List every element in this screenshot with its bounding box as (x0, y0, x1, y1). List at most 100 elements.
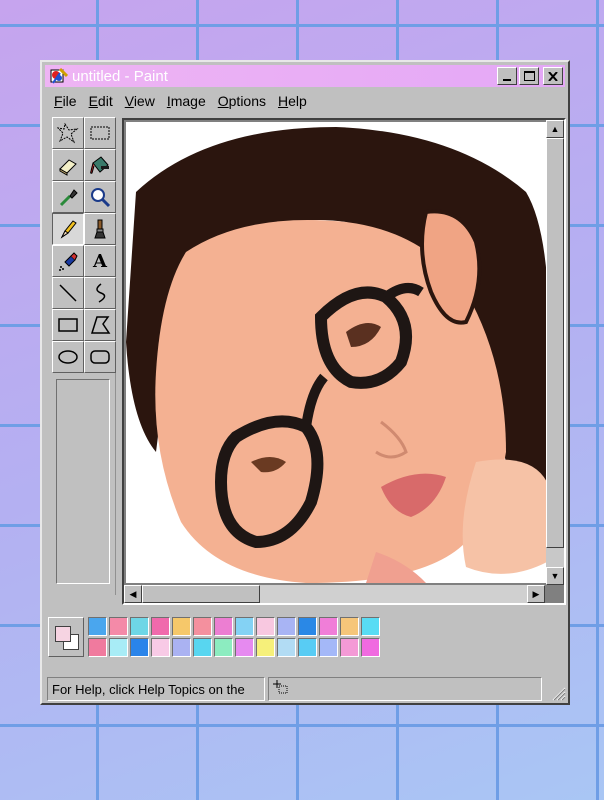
palette-swatch[interactable] (235, 617, 254, 636)
palette-swatch[interactable] (109, 617, 128, 636)
drawing-canvas[interactable] (126, 122, 547, 583)
palette-swatch[interactable] (361, 638, 380, 657)
palette-swatch[interactable] (130, 638, 149, 657)
polygon-icon (90, 316, 111, 334)
palette-swatch[interactable] (340, 617, 359, 636)
tool-magnifier[interactable] (84, 181, 116, 213)
scroll-up-button[interactable]: ▲ (546, 120, 564, 138)
tool-rectangle[interactable] (52, 309, 84, 341)
close-icon (548, 71, 558, 81)
palette-swatch[interactable] (214, 638, 233, 657)
horizontal-scroll-thumb[interactable] (142, 585, 260, 603)
brush-icon (94, 219, 106, 239)
tool-curve[interactable] (84, 277, 116, 309)
palette-swatch[interactable] (319, 617, 338, 636)
maximize-icon (523, 71, 535, 81)
vertical-scrollbar[interactable]: ▲ ▼ (546, 120, 564, 585)
ellipse-icon (58, 350, 78, 364)
eraser-icon (59, 159, 77, 176)
menu-edit[interactable]: Edit (83, 91, 119, 113)
tool-free-form-select[interactable] (52, 117, 84, 149)
free-form-select-icon (57, 122, 79, 144)
tool-rounded-rectangle[interactable] (84, 341, 116, 373)
palette-swatch[interactable] (298, 617, 317, 636)
fill-bucket-icon (90, 156, 109, 174)
status-position (268, 677, 542, 701)
tool-pencil[interactable] (52, 213, 84, 245)
maximize-button[interactable] (519, 67, 539, 85)
palette-swatch[interactable] (130, 617, 149, 636)
scroll-left-button[interactable]: ◀ (124, 585, 142, 603)
palette-swatch[interactable] (256, 638, 275, 657)
close-button[interactable] (543, 67, 563, 85)
menu-view[interactable]: View (119, 91, 161, 113)
palette-swatch[interactable] (172, 617, 191, 636)
menu-image[interactable]: Image (161, 91, 212, 113)
foreground-color[interactable] (55, 626, 71, 642)
arrow-right-icon: ▶ (532, 588, 540, 599)
palette-swatch[interactable] (277, 638, 296, 657)
palette-swatch[interactable] (88, 638, 107, 657)
rounded-rectangle-icon (90, 350, 110, 364)
portrait-image (126, 122, 547, 583)
palette-swatch[interactable] (193, 617, 212, 636)
rectangle-icon (58, 318, 78, 332)
tool-fill[interactable] (84, 149, 116, 181)
minimize-icon (503, 79, 511, 81)
color-palette (88, 617, 380, 657)
crosshair-position-icon (273, 680, 288, 694)
canvas-area: ▲ ▼ ◀ ▶ (122, 118, 566, 605)
window-title: untitled - Paint (72, 67, 168, 85)
palette-swatch[interactable] (361, 617, 380, 636)
palette-swatch[interactable] (109, 638, 128, 657)
airbrush-icon (59, 252, 78, 271)
toolbox: A (52, 117, 116, 595)
tool-select[interactable] (84, 117, 116, 149)
tool-options-panel[interactable] (56, 379, 110, 584)
tool-ellipse[interactable] (52, 341, 84, 373)
resize-grip-icon[interactable] (550, 685, 566, 701)
palette-swatch[interactable] (277, 617, 296, 636)
status-help-text: For Help, click Help Topics on the (47, 677, 265, 701)
palette-swatch[interactable] (193, 638, 212, 657)
menu-file[interactable]: File (48, 91, 83, 113)
arrow-up-icon: ▲ (550, 124, 560, 134)
palette-swatch[interactable] (214, 617, 233, 636)
palette-swatch[interactable] (340, 638, 359, 657)
palette-swatch[interactable] (235, 638, 254, 657)
color-picker-icon (59, 189, 78, 207)
tool-airbrush[interactable] (52, 245, 84, 277)
select-icon (90, 126, 110, 140)
arrow-left-icon: ◀ (129, 588, 137, 599)
tool-polygon[interactable] (84, 309, 116, 341)
paint-app-icon (50, 67, 69, 85)
palette-swatch[interactable] (319, 638, 338, 657)
palette-swatch[interactable] (172, 638, 191, 657)
horizontal-scrollbar[interactable]: ◀ ▶ (124, 585, 545, 603)
palette-swatch[interactable] (151, 617, 170, 636)
tool-eraser[interactable] (52, 149, 84, 181)
palette-swatch[interactable] (256, 617, 275, 636)
tool-text[interactable]: A (84, 245, 116, 277)
color-box (48, 617, 563, 669)
tool-color-picker[interactable] (52, 181, 84, 213)
palette-swatch[interactable] (88, 617, 107, 636)
menu-options[interactable]: Options (212, 91, 272, 113)
scroll-right-button[interactable]: ▶ (527, 585, 545, 603)
pencil-icon (60, 220, 77, 239)
scroll-down-button[interactable]: ▼ (546, 567, 564, 585)
menu-help[interactable]: Help (272, 91, 313, 113)
window-controls (497, 67, 563, 85)
title-bar[interactable]: untitled - Paint (45, 65, 565, 87)
current-colors[interactable] (48, 617, 84, 657)
tool-brush[interactable] (84, 213, 116, 245)
line-icon (59, 284, 77, 302)
minimize-button[interactable] (497, 67, 517, 85)
palette-swatch[interactable] (151, 638, 170, 657)
paint-window: untitled - Paint File Edit View Image Op… (40, 60, 570, 705)
palette-swatch[interactable] (298, 638, 317, 657)
text-icon: A (93, 250, 107, 272)
vertical-scroll-thumb[interactable] (546, 138, 564, 548)
tool-line[interactable] (52, 277, 84, 309)
arrow-down-icon: ▼ (550, 571, 560, 581)
